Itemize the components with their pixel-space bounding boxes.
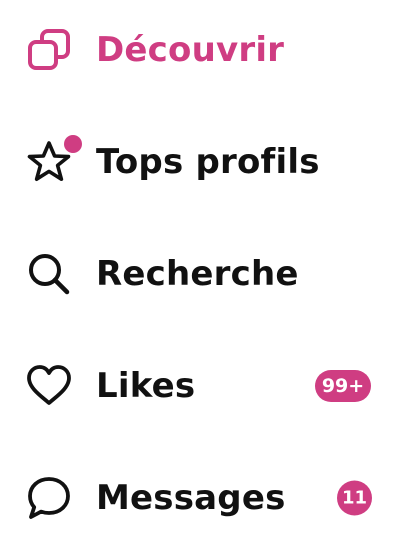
heart-icon (24, 361, 74, 411)
nav-label-top-profiles: Tops profils (96, 142, 320, 182)
sidebar-nav: Découvrir Tops profils Recherche Likes 9… (0, 0, 400, 541)
likes-count-badge: 99+ (315, 370, 371, 402)
nav-label-search: Recherche (96, 254, 299, 294)
nav-item-likes[interactable]: Likes 99+ (0, 336, 400, 436)
search-icon (24, 249, 74, 299)
nav-label-messages: Messages (96, 478, 286, 518)
messages-count-badge: 11 (337, 480, 372, 516)
nav-label-discover: Découvrir (96, 30, 285, 70)
nav-item-messages[interactable]: Messages 11 (0, 448, 400, 541)
nav-item-search[interactable]: Recherche (0, 224, 400, 324)
discover-cards-icon (24, 25, 74, 75)
nav-label-likes: Likes (96, 366, 196, 406)
notification-dot (64, 135, 82, 153)
chat-bubble-icon (24, 473, 74, 523)
nav-item-discover[interactable]: Découvrir (0, 0, 400, 100)
nav-item-top-profiles[interactable]: Tops profils (0, 112, 400, 212)
